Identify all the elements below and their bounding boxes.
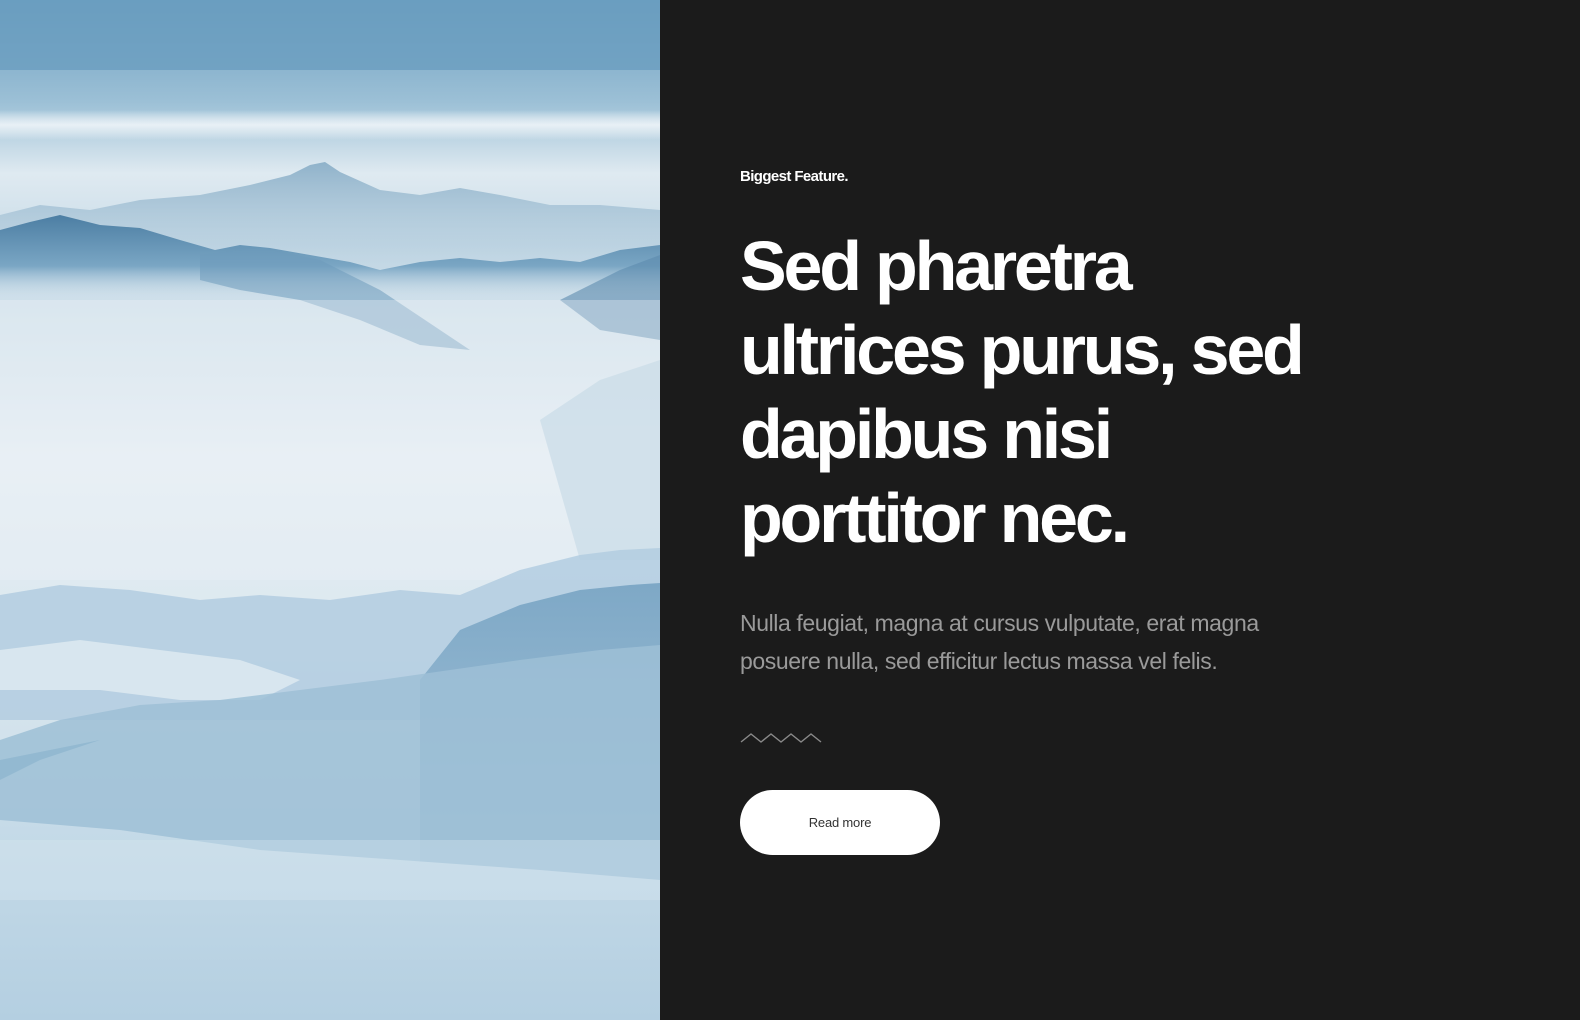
description-line: posuere nulla, sed efficitur lectus mass… <box>740 648 1218 674</box>
hero-image <box>0 0 660 1020</box>
read-more-button[interactable]: Read more <box>740 790 940 855</box>
headline-line: porttitor nec. <box>740 479 1130 557</box>
headline-line: dapibus nisi <box>740 395 1113 473</box>
page: Biggest Feature. Sed pharetra ultrices p… <box>0 0 1580 1020</box>
mountain-landscape-image <box>0 0 660 1020</box>
zigzag-wave-icon <box>740 733 822 743</box>
feature-description: Nulla feugiat, magna at cursus vulputate… <box>740 604 1350 680</box>
feature-headline: Sed pharetra ultrices purus, sed dapibus… <box>740 224 1360 560</box>
feature-content: Biggest Feature. Sed pharetra ultrices p… <box>660 0 1580 1020</box>
description-line: Nulla feugiat, magna at cursus vulputate… <box>740 610 1259 636</box>
headline-line: ultrices purus, sed <box>740 311 1305 389</box>
feature-text-block: Biggest Feature. Sed pharetra ultrices p… <box>740 166 1380 855</box>
headline-line: Sed pharetra <box>740 227 1133 305</box>
eyebrow-label: Biggest Feature. <box>740 168 849 185</box>
